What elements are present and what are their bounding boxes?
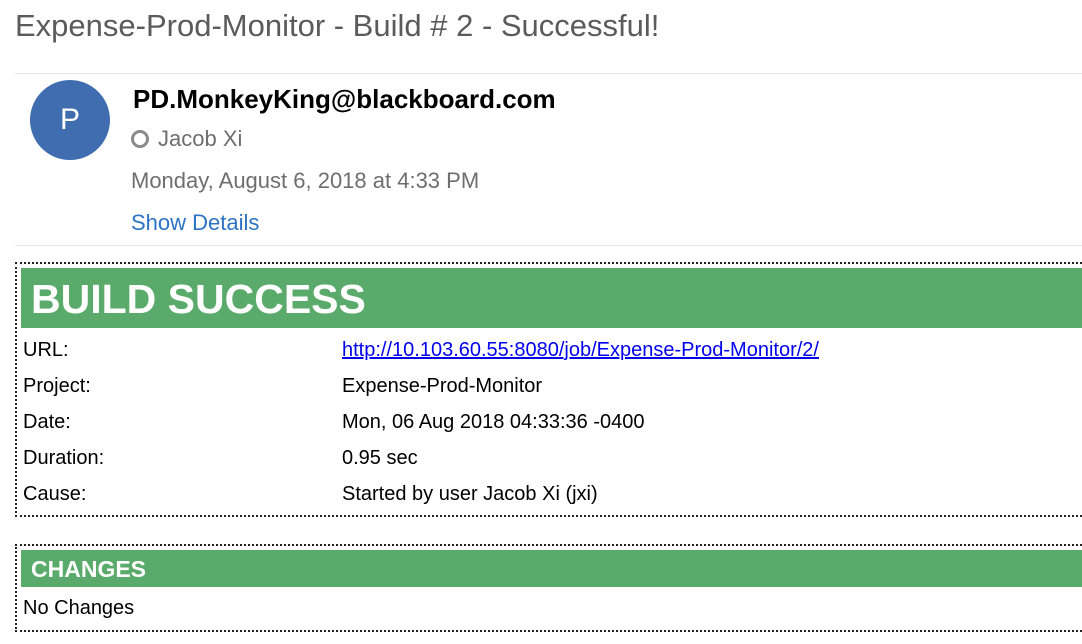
build-status-banner: BUILD SUCCESS [21,268,1082,328]
build-row-label: Duration: [23,447,105,469]
build-row-label: URL: [23,339,69,361]
changes-text: No Changes [23,597,135,619]
avatar-initial: P [59,103,80,136]
build-row-value: Expense-Prod-Monitor [342,375,543,397]
build-row-label: Project: [23,375,91,397]
build-url-link[interactable]: http://10.103.60.55:8080/job/Expense-Pro… [342,339,819,361]
build-row-value[interactable]: http://10.103.60.55:8080/job/Expense-Pro… [342,339,819,362]
recipient-name: Jacob Xi [158,126,243,151]
recipient-line[interactable]: Jacob Xi [131,126,242,152]
build-summary-box: BUILD SUCCESS URL: http://10.103.60.55:8… [15,262,1082,517]
build-row-label: Cause: [23,483,87,505]
email-subject: Expense-Prod-Monitor - Build # 2 - Succe… [15,8,660,43]
build-row-label: Date: [23,411,71,433]
sender-address[interactable]: PD.MonkeyKing@blackboard.com [133,84,556,115]
show-details-link[interactable]: Show Details [131,210,259,236]
changes-banner: CHANGES [21,550,1082,587]
build-row-value: Started by user Jacob Xi (jxi) [342,483,598,505]
header-divider [15,73,1082,74]
sent-date: Monday, August 6, 2018 at 4:33 PM [131,168,480,193]
changes-box: CHANGES No Changes [15,544,1082,632]
build-row-value: 0.95 sec [342,447,418,469]
presence-status-icon [131,130,149,148]
header-bottom-divider [15,245,1082,246]
sender-avatar: P [30,80,110,160]
build-row-value: Mon, 06 Aug 2018 04:33:36 -0400 [342,411,645,433]
